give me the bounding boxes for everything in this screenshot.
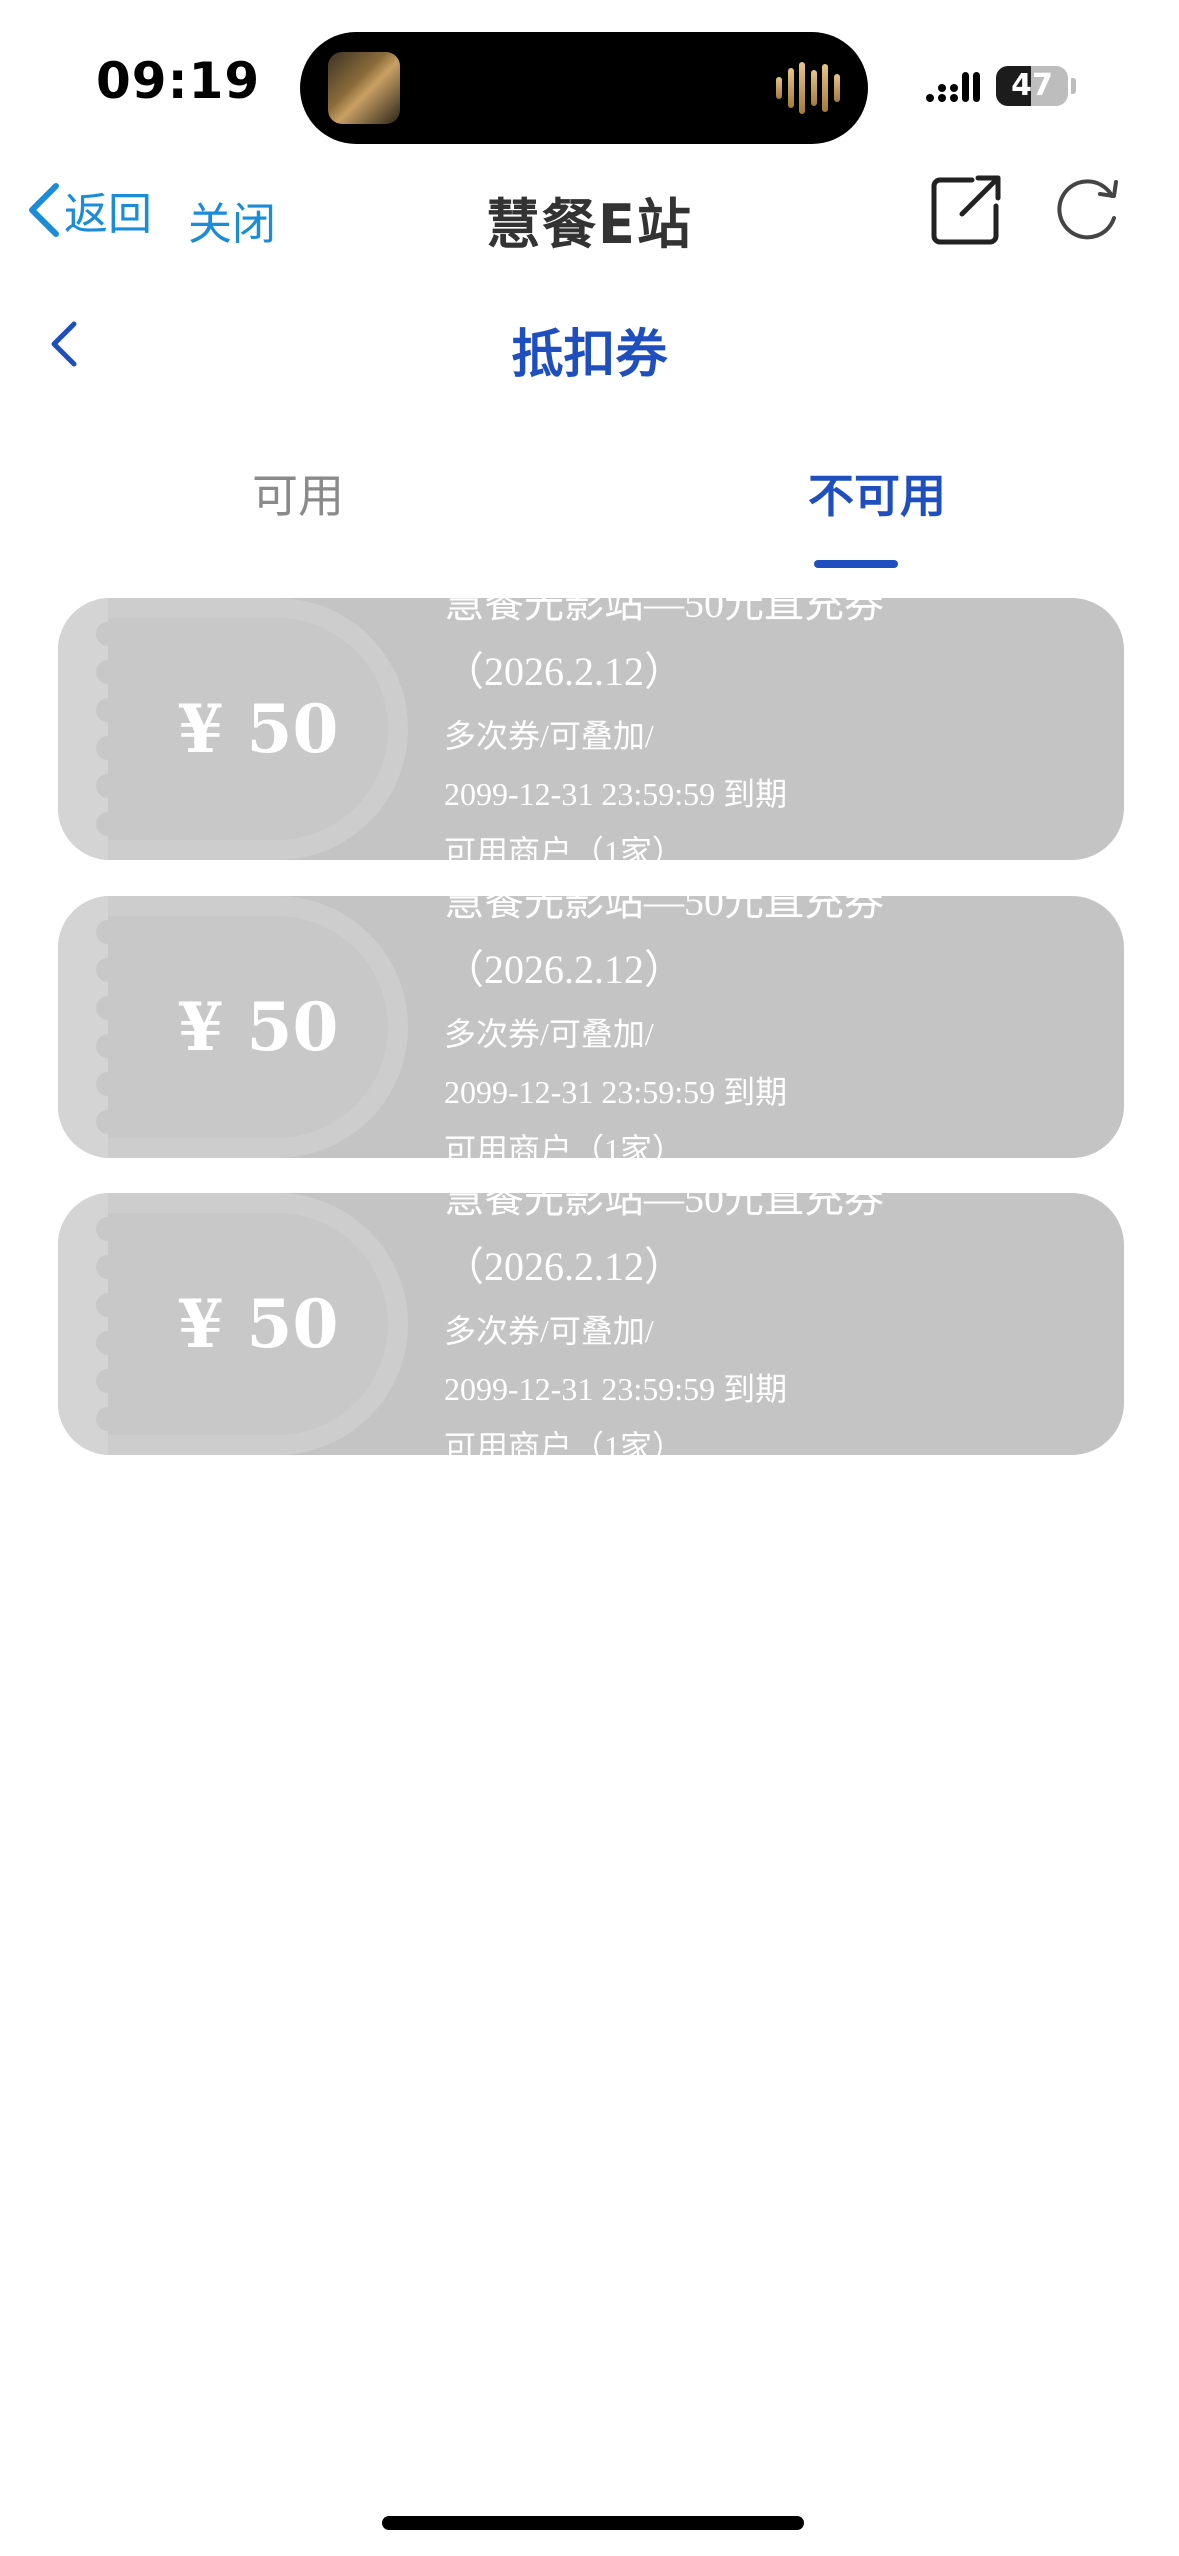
coupon-store: 可用商户（1家） xyxy=(444,1429,685,1455)
coupon-expiry: 2099-12-31 23:59:59 到期 xyxy=(444,776,788,812)
dynamic-island xyxy=(300,32,868,144)
coupon-details: 慧餐光影站—50元直充券（2026.2.12） 多次券/可叠加/ 2099-12… xyxy=(444,1193,1104,1455)
audio-waveform-icon xyxy=(776,62,840,114)
coupon-store: 可用商户（1家） xyxy=(444,1132,685,1158)
page-back-chevron-icon[interactable] xyxy=(40,312,88,376)
coupon-tags: 多次券/可叠加/ xyxy=(444,1313,654,1349)
coupon-card[interactable]: ¥ 50 慧餐光影站—50元直充券（2026.2.12） 多次券/可叠加/ 20… xyxy=(58,896,1124,1158)
coupon-amount: ¥ 50 xyxy=(177,690,339,768)
coupon-card[interactable]: ¥ 50 慧餐光影站—50元直充券（2026.2.12） 多次券/可叠加/ 20… xyxy=(58,1193,1124,1455)
cellular-signal-icon xyxy=(926,72,980,102)
coupon-tags: 多次券/可叠加/ xyxy=(444,718,654,754)
coupon-details: 慧餐光影站—50元直充券（2026.2.12） 多次券/可叠加/ 2099-12… xyxy=(444,598,1104,860)
nav-close-button[interactable]: 关闭 xyxy=(188,188,276,252)
page-title: 抵扣券 xyxy=(511,325,668,385)
coupon-amount: ¥ 50 xyxy=(177,988,339,1066)
status-bar: 09:19 47 xyxy=(0,0,1179,160)
chevron-left-icon xyxy=(29,183,59,237)
battery-tip xyxy=(1071,78,1076,94)
tab-unavailable[interactable]: 不可用 xyxy=(808,460,946,526)
coupon-title: 慧餐光影站—50元直充券（2026.2.12） xyxy=(444,896,884,992)
coupon-details: 慧餐光影站—50元直充券（2026.2.12） 多次券/可叠加/ 2099-12… xyxy=(444,896,1104,1158)
tab-available[interactable]: 可用 xyxy=(252,460,344,526)
coupon-amount-panel: ¥ 50 xyxy=(58,1193,408,1455)
nav-bar: 返回 关闭 慧餐E站 xyxy=(0,160,1179,260)
refresh-icon[interactable] xyxy=(1052,174,1124,246)
battery-icon: 47 xyxy=(996,66,1068,106)
status-time: 09:19 xyxy=(96,52,261,110)
coupon-card[interactable]: ¥ 50 慧餐光影站—50元直充券（2026.2.12） 多次券/可叠加/ 20… xyxy=(58,598,1124,860)
coupon-expiry: 2099-12-31 23:59:59 到期 xyxy=(444,1074,788,1110)
share-icon[interactable] xyxy=(928,172,1004,248)
coupon-title: 慧餐光影站—50元直充券（2026.2.12） xyxy=(444,598,884,694)
now-playing-artwork xyxy=(328,52,400,124)
battery-level: 47 xyxy=(1011,68,1053,103)
coupon-amount-panel: ¥ 50 xyxy=(58,598,408,860)
home-indicator[interactable] xyxy=(382,2516,804,2530)
active-tab-indicator xyxy=(814,560,898,568)
nav-back-button[interactable]: 返回 xyxy=(22,178,152,242)
coupon-store: 可用商户（1家） xyxy=(444,834,685,860)
coupon-expiry: 2099-12-31 23:59:59 到期 xyxy=(444,1371,788,1407)
nav-back-label: 返回 xyxy=(64,189,152,240)
coupon-amount-panel: ¥ 50 xyxy=(58,896,408,1158)
coupon-tags: 多次券/可叠加/ xyxy=(444,1016,654,1052)
coupon-title: 慧餐光影站—50元直充券（2026.2.12） xyxy=(444,1193,884,1289)
coupon-amount: ¥ 50 xyxy=(177,1285,339,1363)
